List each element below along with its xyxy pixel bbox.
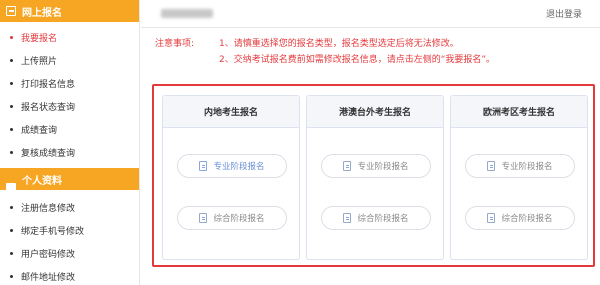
notice-line-2: 2、交纳考试报名费前如需修改报名信息，请点击左侧的“我要报名”。 <box>219 55 496 65</box>
button-label: 专业阶段报名 <box>357 162 409 172</box>
main-content: 退出登录 注意事项: 1、请慎重选择您的报名类型，报名类型选定后将无法修改。 2… <box>141 0 600 285</box>
professional-stage-button[interactable]: 专业阶段报名 <box>321 154 431 178</box>
bullet <box>10 206 13 209</box>
button-label: 专业阶段报名 <box>501 162 553 172</box>
bullet <box>10 59 13 62</box>
bullet <box>10 229 13 232</box>
comprehensive-stage-button[interactable]: 综合阶段报名 <box>321 206 431 230</box>
document-icon <box>487 161 496 171</box>
sidebar-item-label: 复核成绩查询 <box>21 149 76 159</box>
notice: 注意事项: 1、请慎重选择您的报名类型，报名类型选定后将无法修改。 2、交纳考试… <box>155 36 495 68</box>
card-title: 欧洲考区考生报名 <box>451 96 587 128</box>
section-header-profile: 个人资料 <box>0 168 139 193</box>
button-label: 综合阶段报名 <box>357 214 409 224</box>
document-icon <box>487 213 496 223</box>
professional-stage-button[interactable]: 专业阶段报名 <box>177 154 287 178</box>
sidebar-item-edit-phone[interactable]: 绑定手机号修改 <box>0 219 139 242</box>
sidebar-item-label: 打印报名信息 <box>21 80 76 90</box>
bullet <box>10 36 13 39</box>
section-title: 个人资料 <box>22 175 62 187</box>
button-label: 综合阶段报名 <box>501 214 553 224</box>
notice-line-1: 1、请慎重选择您的报名类型，报名类型选定后将无法修改。 <box>219 39 459 49</box>
professional-stage-button[interactable]: 专业阶段报名 <box>465 154 575 178</box>
page: 网上报名 我要报名 上传照片 打印报名信息 报名状态查询 成绩查询 复核成绩查询… <box>0 0 600 285</box>
card-title: 港澳台外考生报名 <box>307 96 443 128</box>
document-icon <box>199 213 208 223</box>
bullet <box>10 151 13 154</box>
document-icon <box>343 161 352 171</box>
sidebar-item-apply[interactable]: 我要报名 <box>0 26 139 49</box>
edit-icon <box>6 6 16 16</box>
sidebar-item-label: 用户密码修改 <box>21 250 76 260</box>
sidebar-item-edit-password[interactable]: 用户密码修改 <box>0 242 139 265</box>
top-bar: 退出登录 <box>141 0 600 28</box>
section-title: 网上报名 <box>22 7 62 19</box>
logout-link[interactable]: 退出登录 <box>546 7 582 20</box>
nav-list-registration: 我要报名 上传照片 打印报名信息 报名状态查询 成绩查询 复核成绩查询 <box>0 22 139 164</box>
nav-list-profile: 注册信息修改 绑定手机号修改 用户密码修改 邮件地址修改 <box>0 190 139 285</box>
card-title: 内地考生报名 <box>163 96 299 128</box>
sidebar-item-label: 绑定手机号修改 <box>21 227 85 237</box>
comprehensive-stage-button[interactable]: 综合阶段报名 <box>465 206 575 230</box>
notice-label: 注意事项: <box>155 39 195 49</box>
sidebar-item-status-query[interactable]: 报名状态查询 <box>0 95 139 118</box>
registration-type-panel: 内地考生报名 专业阶段报名 综合阶段报名 港澳台外考生报名 专业阶段报名 综合阶… <box>152 84 595 267</box>
document-icon <box>199 161 208 171</box>
sidebar-item-edit-email[interactable]: 邮件地址修改 <box>0 265 139 285</box>
bullet <box>10 275 13 278</box>
card-mainland: 内地考生报名 专业阶段报名 综合阶段报名 <box>162 95 300 260</box>
sidebar-item-print-info[interactable]: 打印报名信息 <box>0 72 139 95</box>
sidebar-item-label: 报名状态查询 <box>21 103 76 113</box>
section-header-online-registration: 网上报名 <box>0 0 139 22</box>
card-hk-macao-taiwan-foreign: 港澳台外考生报名 专业阶段报名 综合阶段报名 <box>306 95 444 260</box>
sidebar-item-edit-registration[interactable]: 注册信息修改 <box>0 196 139 219</box>
bullet <box>10 252 13 255</box>
id-card-icon <box>6 183 16 193</box>
sidebar-item-score-query[interactable]: 成绩查询 <box>0 118 139 141</box>
username-redacted <box>161 9 213 18</box>
bullet <box>10 128 13 131</box>
button-label: 专业阶段报名 <box>213 162 265 172</box>
sidebar-item-label: 注册信息修改 <box>21 204 76 214</box>
sidebar-item-label: 上传照片 <box>21 57 58 67</box>
sidebar-item-review-score-query[interactable]: 复核成绩查询 <box>0 141 139 164</box>
sidebar-item-upload-photo[interactable]: 上传照片 <box>0 49 139 72</box>
sidebar-item-label: 成绩查询 <box>21 126 58 136</box>
document-icon <box>343 213 352 223</box>
sidebar-item-label: 我要报名 <box>21 34 58 44</box>
card-europe: 欧洲考区考生报名 专业阶段报名 综合阶段报名 <box>450 95 588 260</box>
sidebar: 网上报名 我要报名 上传照片 打印报名信息 报名状态查询 成绩查询 复核成绩查询… <box>0 0 140 285</box>
bullet <box>10 82 13 85</box>
sidebar-item-label: 邮件地址修改 <box>21 273 76 283</box>
comprehensive-stage-button[interactable]: 综合阶段报名 <box>177 206 287 230</box>
button-label: 综合阶段报名 <box>213 214 265 224</box>
bullet <box>10 105 13 108</box>
